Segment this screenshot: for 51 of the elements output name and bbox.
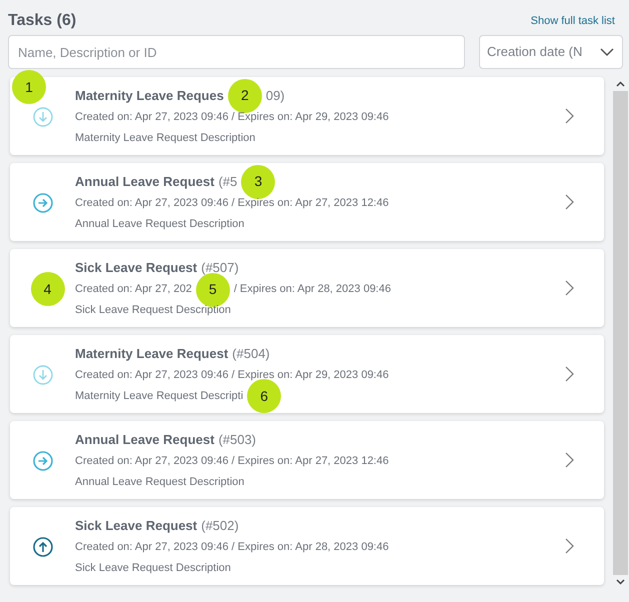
task-title: Annual Leave Request [75, 430, 214, 449]
sort-value: Creation date (N [487, 43, 582, 62]
task-card[interactable]: 4 Sick Leave Request (#507) Created on: Apr 27, 202 5 / Expires on: Apr 28, 2023 09:46 Sick Leave Request Description [10, 249, 604, 327]
task-dates: / Expires on: Apr 28, 2023 09:46 [234, 282, 391, 298]
step-marker: 2 [228, 78, 262, 112]
page-title: Tasks (6) [8, 11, 76, 31]
task-description: Maternity Leave Request Descripti [75, 388, 244, 404]
task-title: Sick Leave Request [75, 258, 198, 277]
task-description: Maternity Leave Request Description [75, 130, 256, 146]
show-full-list-link[interactable]: Show full task list [530, 12, 621, 30]
task-id: (#504) [232, 344, 270, 363]
task-title: Maternity Leave Reques [75, 86, 224, 105]
right-arrow-circle-icon [32, 193, 52, 213]
task-title: Sick Leave Request [75, 516, 198, 535]
task-id: (#502) [201, 516, 239, 535]
step-marker: 5 [196, 272, 230, 306]
task-dates: Created on: Apr 27, 2023 09:46 / Expires on: Apr 28, 2023 09:46 [75, 540, 389, 556]
step-marker: 4 [30, 272, 64, 306]
chevron-right-icon [565, 366, 574, 382]
task-title: Annual Leave Request [75, 172, 214, 191]
task-description: Annual Leave Request Description [75, 216, 244, 232]
task-title: Maternity Leave Request [75, 344, 228, 363]
sort-dropdown[interactable]: Creation date (N [479, 35, 623, 69]
task-card[interactable]: Sick Leave Request (#502) Created on: Apr 27, 2023 09:46 / Expires on: Apr 28, 2023 09:46 Sick Leave Request Description [10, 507, 604, 585]
task-card[interactable]: Annual Leave Request (#503) Created on: Apr 27, 2023 09:46 / Expires on: Apr 27, 2023 12:46 Annual Leave Request Description [10, 421, 604, 499]
chevron-down-icon [600, 48, 614, 56]
task-description: Annual Leave Request Description [75, 474, 244, 490]
up-arrow-circle-icon [32, 537, 52, 557]
down-arrow-circle-icon [32, 107, 52, 127]
chevron-right-icon [565, 538, 574, 554]
task-id: 09) [266, 86, 285, 105]
scrollbar-thumb[interactable] [613, 91, 628, 575]
task-dates: Created on: Apr 27, 2023 09:46 / Expires on: Apr 27, 2023 12:46 [75, 454, 389, 470]
chevron-right-icon [565, 452, 574, 468]
chevron-right-icon [565, 194, 574, 210]
task-id: (#5 [218, 172, 238, 191]
chevron-right-icon [565, 280, 574, 296]
task-card[interactable]: Annual Leave Request (#5 3 Created on: Apr 27, 2023 09:46 / Expires on: Apr 27, 2023 12:46 Annual Leave Request Description [10, 163, 604, 241]
task-dates: Created on: Apr 27, 202 [75, 282, 192, 298]
right-arrow-circle-icon [32, 451, 52, 471]
task-dates: Created on: Apr 27, 2023 09:46 / Expires on: Apr 27, 2023 12:46 [75, 196, 389, 212]
step-marker: 6 [247, 379, 282, 413]
task-description: Sick Leave Request Description [75, 560, 231, 576]
down-arrow-circle-icon [32, 365, 52, 385]
task-dates: Created on: Apr 27, 2023 09:46 / Expires on: Apr 29, 2023 09:46 [75, 110, 389, 126]
task-card[interactable]: Maternity Leave Request (#504) Created on: Apr 27, 2023 09:46 / Expires on: Apr 29, 2023 09:46 Maternity Leave Request Descripti 6 [10, 335, 604, 413]
step-marker: 3 [241, 164, 276, 198]
search-field[interactable]: Name, Description or ID [8, 35, 465, 69]
step-marker: 1 [12, 70, 46, 104]
chevron-right-icon [565, 108, 574, 124]
task-id: (#503) [218, 430, 256, 449]
